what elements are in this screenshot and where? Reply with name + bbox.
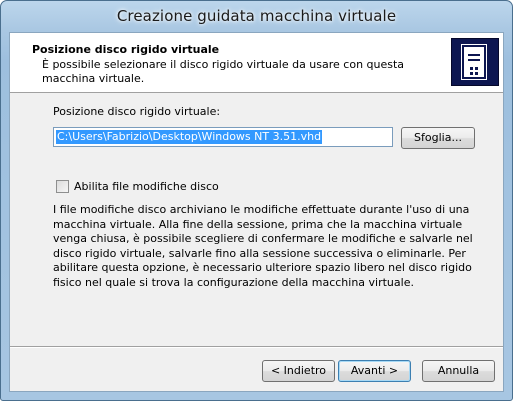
undo-disks-info: I file modifiche disco archiviano le mod… bbox=[53, 203, 473, 289]
disk-path-value: C:\Users\Fabrizio\Desktop\Windows NT 3.5… bbox=[56, 130, 323, 144]
undo-disks-label[interactable]: Abilita file modifiche disco bbox=[74, 180, 219, 193]
cancel-button[interactable]: Annulla bbox=[422, 360, 495, 382]
hard-disk-icon bbox=[451, 38, 499, 86]
wizard-window: Creazione guidata macchina virtuale Posi… bbox=[0, 0, 513, 401]
footer-separator bbox=[10, 346, 503, 348]
undo-disks-checkbox[interactable] bbox=[56, 180, 69, 193]
disk-path-input[interactable]: C:\Users\Fabrizio\Desktop\Windows NT 3.5… bbox=[53, 127, 393, 147]
page-title: Posizione disco rigido virtuale bbox=[32, 43, 220, 56]
page-description: È possibile selezionare il disco rigido … bbox=[42, 58, 405, 85]
wizard-header: Posizione disco rigido virtuale È possib… bbox=[10, 33, 503, 93]
back-button[interactable]: < Indietro bbox=[262, 360, 335, 382]
next-button[interactable]: Avanti > bbox=[338, 360, 411, 382]
path-label: Posizione disco rigido virtuale: bbox=[53, 105, 221, 118]
title-bar[interactable]: Creazione guidata macchina virtuale bbox=[1, 1, 512, 31]
window-title: Creazione guidata macchina virtuale bbox=[116, 7, 397, 25]
browse-button[interactable]: Sfoglia... bbox=[401, 127, 475, 149]
wizard-client-area: Posizione disco rigido virtuale È possib… bbox=[9, 32, 504, 392]
